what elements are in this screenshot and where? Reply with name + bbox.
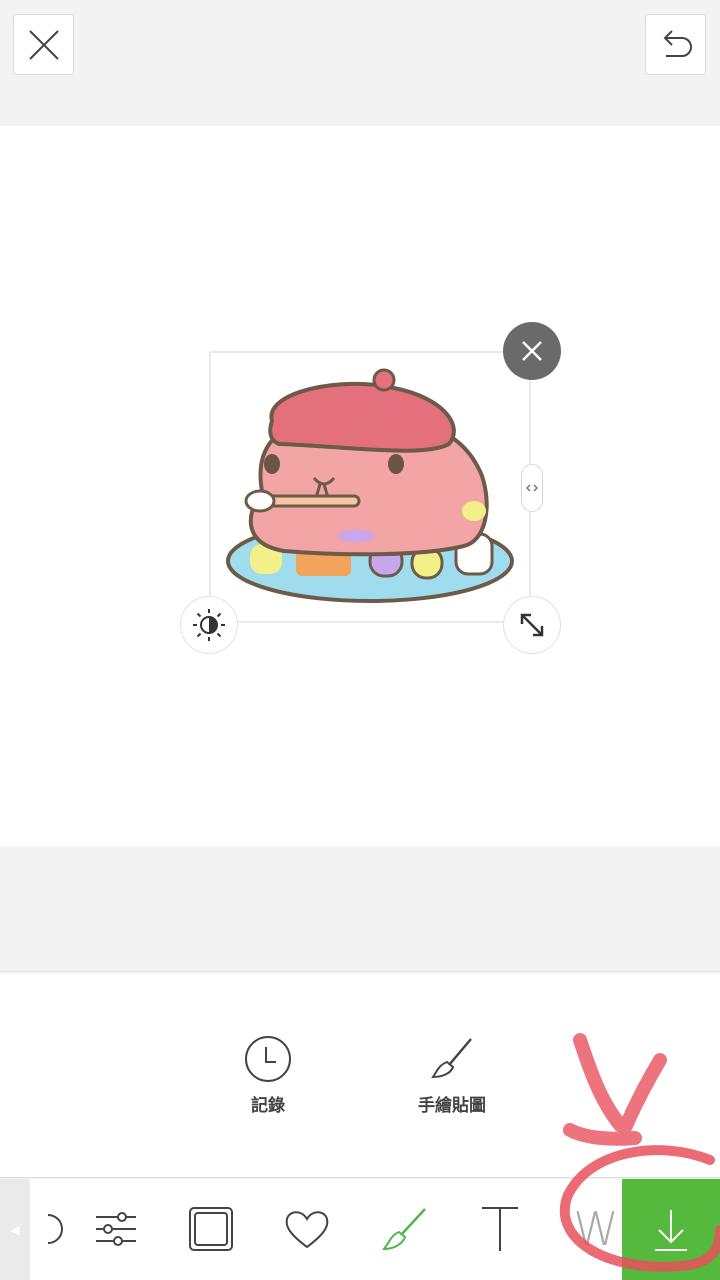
text-icon (482, 1207, 518, 1251)
editing-canvas[interactable] (0, 126, 720, 846)
brightness-handle[interactable] (180, 596, 238, 654)
paintbrush-icon (431, 1038, 472, 1079)
handwriting-tool[interactable]: W (568, 1201, 624, 1257)
close-icon (28, 29, 59, 60)
brush-submenu: 記錄 手繪貼圖 (0, 973, 720, 1178)
download-icon (655, 1209, 687, 1251)
close-icon (522, 341, 542, 361)
hand-drawn-sticker-option[interactable]: 手繪貼圖 (392, 1035, 512, 1116)
bottom-toolbar: ◀ W (0, 1179, 720, 1280)
history-label: 記錄 (251, 1096, 285, 1116)
sticker-heart-tool[interactable] (279, 1201, 335, 1257)
download-button[interactable] (622, 1179, 720, 1280)
scroll-left-button[interactable]: ◀ (0, 1179, 30, 1280)
text-tool[interactable] (472, 1201, 528, 1257)
history-option[interactable]: 記錄 (208, 1035, 328, 1116)
adjust-sliders-icon (96, 1212, 136, 1246)
hand-drawn-sticker-label: 手繪貼圖 (418, 1096, 486, 1116)
stretch-arrows-icon (526, 484, 538, 492)
stretch-handle[interactable] (521, 464, 543, 512)
handwriting-icon: W (573, 1202, 619, 1256)
brush-icon (381, 1208, 426, 1251)
clock-icon (245, 1036, 291, 1082)
heart-icon (285, 1211, 329, 1249)
brush-tool[interactable] (376, 1201, 432, 1257)
top-bar (0, 0, 720, 126)
brightness-icon (193, 609, 225, 641)
resize-arrows-icon (520, 613, 544, 637)
capybara-painter-sticker[interactable] (224, 366, 516, 611)
resize-handle[interactable] (503, 596, 561, 654)
frame-tool[interactable] (183, 1201, 239, 1257)
close-button[interactable] (13, 14, 74, 75)
frame-icon (189, 1207, 233, 1251)
undo-button[interactable] (645, 14, 706, 75)
adjust-tool[interactable] (88, 1201, 144, 1257)
canvas-bottom-margin (0, 846, 720, 972)
delete-handle[interactable] (503, 322, 561, 380)
chevron-left-icon: ◀ (10, 1222, 20, 1237)
undo-icon (663, 29, 692, 57)
